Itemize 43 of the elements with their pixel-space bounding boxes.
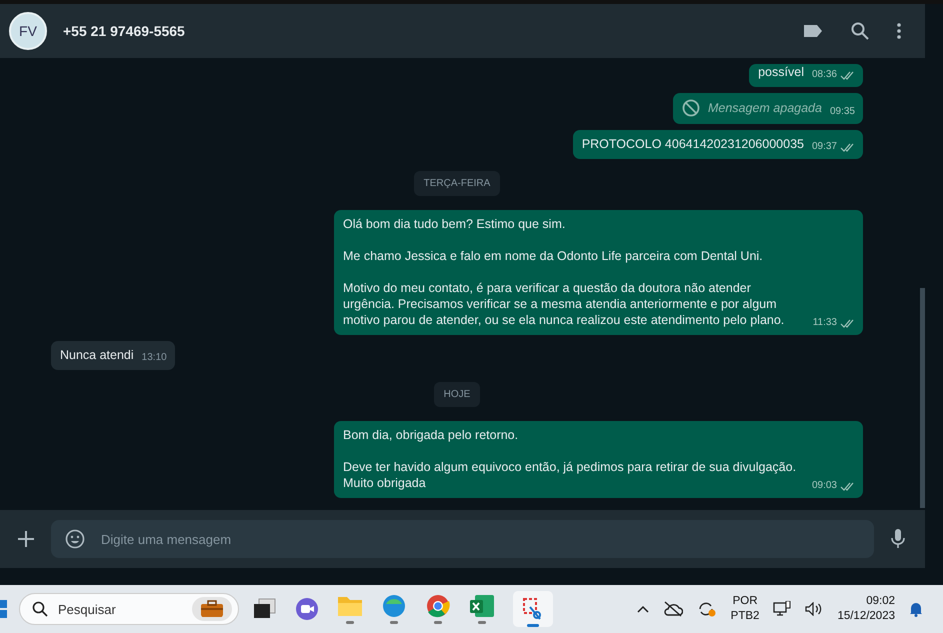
briefcase-icon: [192, 597, 232, 621]
chevron-up-icon[interactable]: [636, 605, 649, 613]
label-icon[interactable]: [803, 24, 823, 38]
browser-icon[interactable]: [425, 594, 451, 624]
message-text: Nunca atendi: [60, 347, 134, 363]
message-text: PROTOCOLO 40641420231206000035: [582, 136, 804, 152]
spreadsheet-icon[interactable]: [469, 594, 495, 624]
keyboard-language-indicator[interactable]: POR PTB2: [730, 594, 760, 624]
speaker-icon[interactable]: [805, 602, 824, 616]
snipping-tool-icon[interactable]: [513, 591, 553, 627]
taskbar-search-field[interactable]: Pesquisar: [56, 600, 184, 618]
browser-icon[interactable]: [381, 594, 407, 624]
task-view-icon[interactable]: [253, 598, 277, 620]
emoji-icon[interactable]: [65, 529, 85, 549]
contact-name[interactable]: +55 21 97469-5565: [63, 23, 787, 39]
message-time: 09:37: [812, 140, 837, 154]
contact-avatar[interactable]: FV: [9, 12, 47, 50]
message-time: 13:10: [142, 351, 167, 365]
message-text: Mensagem apagada: [708, 100, 822, 116]
folder-icon[interactable]: [337, 594, 363, 624]
taskbar-search-box[interactable]: Pesquisar: [19, 593, 239, 625]
message-text: Olá bom dia tudo bem? Estimo que sim. Me chamo Jessica e falo em nome da Odonto Life parceira com Dental Uni. Motivo do meu contato, é para verificar a questão da doutora não atender urgência. Precisamos verificar se a mesma atendia anteriormente e por algum motivo parou de atender, ou se ela nunca realizou este atendimento pelo plano.: [343, 216, 786, 328]
message-text: possível: [758, 64, 804, 80]
search-icon: [32, 601, 48, 617]
scrollbar[interactable]: [920, 288, 925, 508]
message-composer[interactable]: Digite uma mensagem: [51, 520, 874, 558]
message-time: 08:36: [812, 68, 837, 82]
sync-icon[interactable]: [696, 600, 717, 618]
message-time: 09:35: [830, 105, 855, 119]
network-icon[interactable]: [773, 601, 792, 617]
video-chat-icon[interactable]: [295, 597, 319, 621]
message-text: Bom dia, obrigada pelo retorno. Deve ter havido algum equivoco então, já pedimos para retirar de sua divulgação. Muito obrigada: [343, 427, 798, 491]
bell-icon[interactable]: [909, 601, 923, 617]
cloud-off-icon[interactable]: [662, 601, 683, 617]
windows-logo-icon[interactable]: [0, 600, 8, 618]
taskbar-clock[interactable]: 09:02 15/12/2023: [837, 594, 895, 624]
deleted-icon: [682, 99, 700, 117]
menu-icon[interactable]: [897, 23, 901, 39]
search-icon[interactable]: [851, 22, 869, 40]
message-time: 09:03: [812, 479, 837, 493]
message-time: 11:33: [812, 316, 837, 330]
microphone-icon[interactable]: [891, 529, 905, 549]
plus-icon[interactable]: [18, 531, 34, 547]
